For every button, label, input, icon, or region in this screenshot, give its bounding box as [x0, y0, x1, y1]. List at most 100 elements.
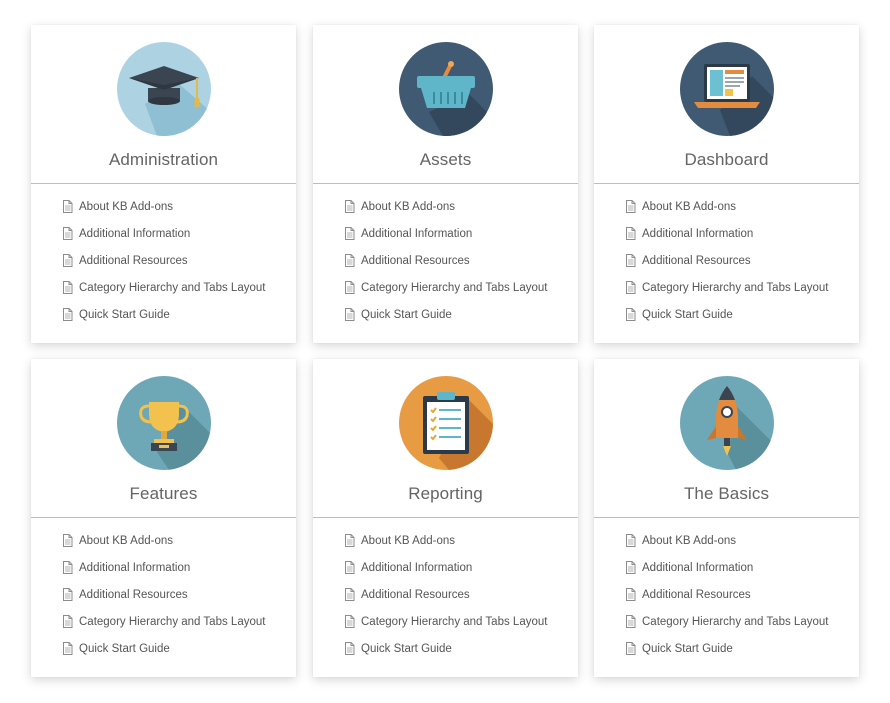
article-link[interactable]: About KB Add-ons [625, 527, 828, 554]
article-link-label[interactable]: Additional Information [361, 228, 472, 240]
document-icon [625, 642, 636, 655]
article-link[interactable]: Quick Start Guide [625, 635, 828, 662]
card-title[interactable]: Dashboard [594, 150, 859, 170]
document-icon [62, 642, 73, 655]
article-link-label[interactable]: Category Hierarchy and Tabs Layout [642, 282, 828, 294]
article-link-label[interactable]: About KB Add-ons [642, 201, 736, 213]
article-link-label[interactable]: Additional Resources [79, 589, 188, 601]
article-link-label[interactable]: Quick Start Guide [361, 309, 452, 321]
article-link[interactable]: About KB Add-ons [625, 193, 828, 220]
card-title[interactable]: Reporting [313, 484, 578, 504]
article-link-label[interactable]: Quick Start Guide [79, 643, 170, 655]
article-link-label[interactable]: Quick Start Guide [642, 309, 733, 321]
article-link[interactable]: Quick Start Guide [625, 301, 828, 328]
article-link[interactable]: Additional Information [344, 220, 547, 247]
article-link[interactable]: Additional Information [625, 554, 828, 581]
article-link[interactable]: Category Hierarchy and Tabs Layout [625, 608, 828, 635]
category-card-dashboard: Dashboard About KB Add-ons Additional In… [594, 25, 859, 343]
article-link-label[interactable]: About KB Add-ons [79, 535, 173, 547]
article-link-label[interactable]: Additional Resources [642, 255, 751, 267]
article-link-label[interactable]: Additional Information [361, 562, 472, 574]
article-list: About KB Add-ons Additional Information … [625, 527, 828, 662]
article-link[interactable]: Additional Resources [625, 247, 828, 274]
trophy-icon[interactable] [116, 376, 211, 470]
article-link-label[interactable]: About KB Add-ons [361, 201, 455, 213]
document-icon [344, 227, 355, 240]
article-list: About KB Add-ons Additional Information … [344, 193, 547, 328]
article-link-label[interactable]: Category Hierarchy and Tabs Layout [79, 616, 265, 628]
article-link[interactable]: About KB Add-ons [62, 193, 265, 220]
article-link[interactable]: Quick Start Guide [62, 635, 265, 662]
article-link[interactable]: Category Hierarchy and Tabs Layout [344, 274, 547, 301]
document-icon [625, 561, 636, 574]
card-title[interactable]: Assets [313, 150, 578, 170]
article-link-label[interactable]: Additional Resources [361, 255, 470, 267]
document-icon [62, 281, 73, 294]
article-link[interactable]: About KB Add-ons [62, 527, 265, 554]
article-link[interactable]: Category Hierarchy and Tabs Layout [62, 274, 265, 301]
article-link-label[interactable]: Additional Information [642, 228, 753, 240]
laptop-icon[interactable] [679, 42, 774, 136]
document-icon [62, 227, 73, 240]
article-link[interactable]: Additional Information [62, 554, 265, 581]
document-icon [625, 281, 636, 294]
article-link[interactable]: Quick Start Guide [62, 301, 265, 328]
graduation-cap-icon[interactable] [116, 42, 211, 136]
article-link[interactable]: Category Hierarchy and Tabs Layout [62, 608, 265, 635]
article-list: About KB Add-ons Additional Information … [344, 527, 547, 662]
article-link-label[interactable]: Category Hierarchy and Tabs Layout [642, 616, 828, 628]
article-link-label[interactable]: Category Hierarchy and Tabs Layout [79, 282, 265, 294]
article-link[interactable]: Additional Information [625, 220, 828, 247]
card-header[interactable]: Administration [31, 25, 296, 184]
article-link[interactable]: Additional Information [62, 220, 265, 247]
document-icon [625, 200, 636, 213]
document-icon [344, 534, 355, 547]
article-link[interactable]: Additional Resources [344, 581, 547, 608]
card-header[interactable]: The Basics [594, 359, 859, 518]
rocket-icon[interactable] [679, 376, 774, 470]
document-icon [62, 534, 73, 547]
article-link-label[interactable]: About KB Add-ons [642, 535, 736, 547]
card-title[interactable]: Features [31, 484, 296, 504]
article-link-label[interactable]: Category Hierarchy and Tabs Layout [361, 616, 547, 628]
article-link[interactable]: Additional Resources [62, 247, 265, 274]
document-icon [62, 200, 73, 213]
article-link[interactable]: Additional Resources [62, 581, 265, 608]
basket-icon[interactable] [398, 42, 493, 136]
card-header[interactable]: Dashboard [594, 25, 859, 184]
article-link[interactable]: About KB Add-ons [344, 527, 547, 554]
article-link-label[interactable]: Additional Information [79, 228, 190, 240]
article-link-label[interactable]: Additional Resources [361, 589, 470, 601]
article-link[interactable]: Additional Information [344, 554, 547, 581]
article-link-label[interactable]: Quick Start Guide [361, 643, 452, 655]
article-link[interactable]: Category Hierarchy and Tabs Layout [344, 608, 547, 635]
card-header[interactable]: Reporting [313, 359, 578, 518]
card-header[interactable]: Features [31, 359, 296, 518]
category-card-assets: Assets About KB Add-ons Additional Infor… [313, 25, 578, 343]
article-link-label[interactable]: About KB Add-ons [361, 535, 455, 547]
card-title[interactable]: The Basics [594, 484, 859, 504]
article-link-label[interactable]: Quick Start Guide [642, 643, 733, 655]
document-icon [344, 254, 355, 267]
article-link-label[interactable]: About KB Add-ons [79, 201, 173, 213]
card-header[interactable]: Assets [313, 25, 578, 184]
article-link[interactable]: Additional Resources [344, 247, 547, 274]
article-link[interactable]: Quick Start Guide [344, 635, 547, 662]
clipboard-icon[interactable] [398, 376, 493, 470]
document-icon [344, 588, 355, 601]
article-link[interactable]: Quick Start Guide [344, 301, 547, 328]
article-list: About KB Add-ons Additional Information … [62, 193, 265, 328]
article-link-label[interactable]: Additional Information [79, 562, 190, 574]
article-link-label[interactable]: Additional Resources [642, 589, 751, 601]
article-link-label[interactable]: Category Hierarchy and Tabs Layout [361, 282, 547, 294]
document-icon [625, 227, 636, 240]
document-icon [625, 615, 636, 628]
article-link-label[interactable]: Quick Start Guide [79, 309, 170, 321]
article-link[interactable]: Additional Resources [625, 581, 828, 608]
article-link-label[interactable]: Additional Information [642, 562, 753, 574]
card-title[interactable]: Administration [31, 150, 296, 170]
document-icon [62, 615, 73, 628]
article-link[interactable]: Category Hierarchy and Tabs Layout [625, 274, 828, 301]
article-link-label[interactable]: Additional Resources [79, 255, 188, 267]
article-link[interactable]: About KB Add-ons [344, 193, 547, 220]
